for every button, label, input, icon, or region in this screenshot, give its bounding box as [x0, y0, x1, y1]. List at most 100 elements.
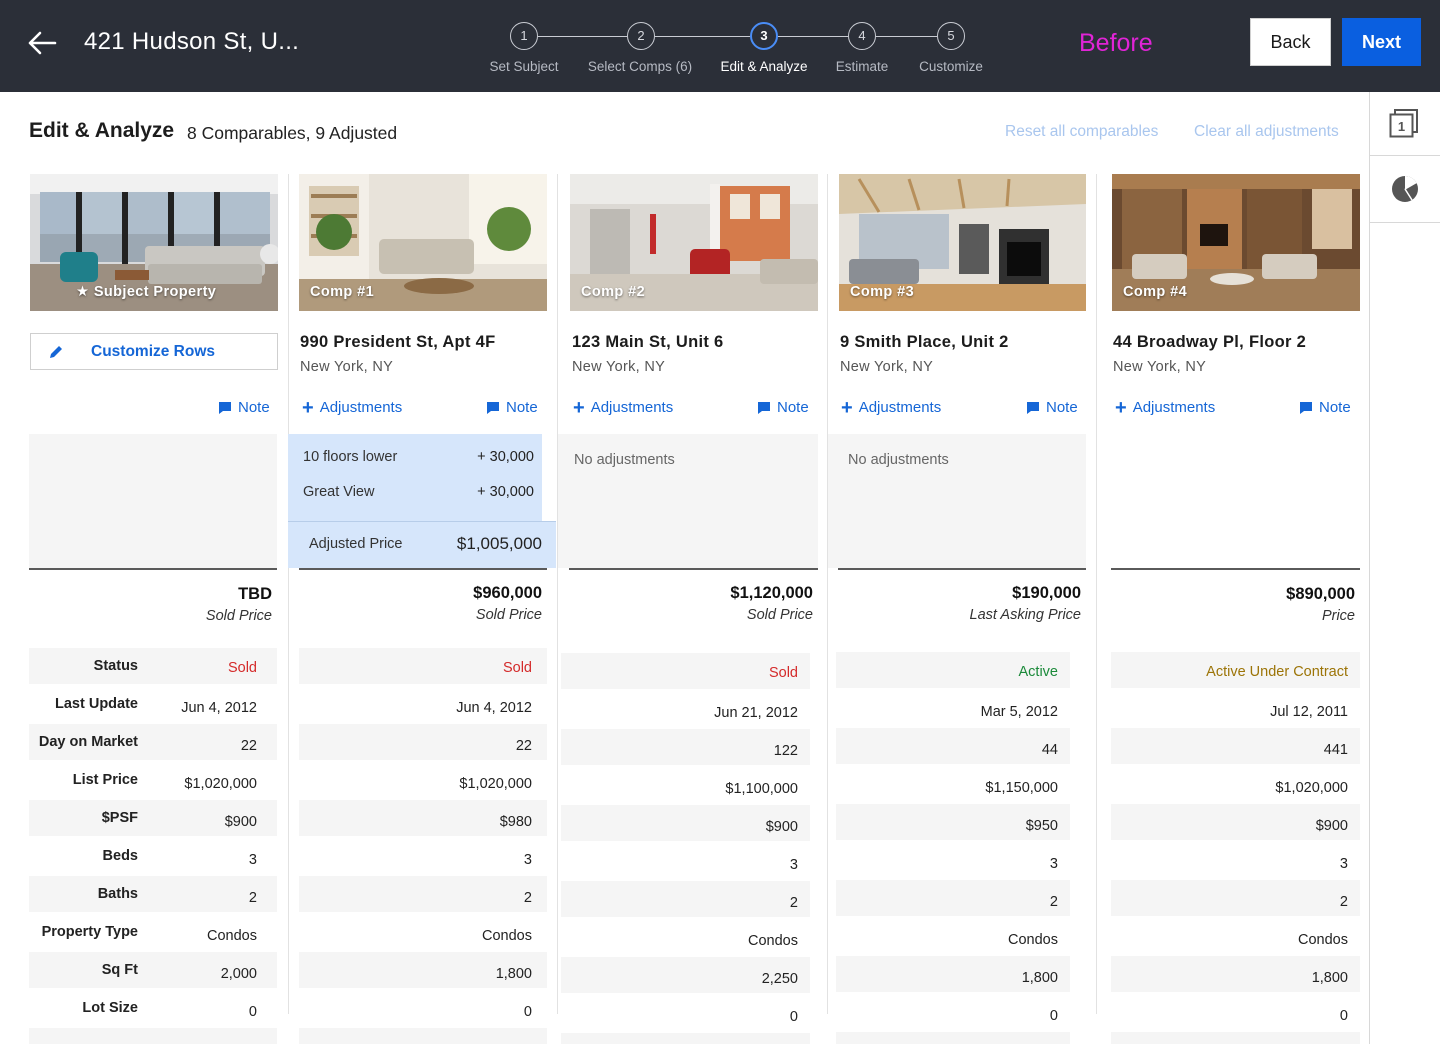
note-label: Note	[777, 399, 809, 416]
subject-cell: Jun 4, 2012	[181, 700, 257, 716]
comp-1-price: $960,000	[473, 584, 542, 602]
comp-1-note-link[interactable]: Note	[486, 399, 538, 416]
note-label: Note	[1319, 399, 1351, 416]
comp-1-cell: $980	[499, 814, 532, 830]
no-adjustments-text: No adjustments	[574, 452, 675, 468]
top-bar: 421 Hudson St, U... 1 Set Subject 2 Sele…	[0, 0, 1440, 92]
note-label: Note	[506, 399, 538, 416]
comp-1-photo-label: Comp #1	[310, 284, 375, 300]
comp-3-adjustments-link[interactable]: + Adjustments	[841, 398, 942, 418]
adjustments-label: Adjustments	[590, 399, 674, 416]
comp-3-cell: 44	[1041, 742, 1058, 758]
note-label: Note	[238, 399, 270, 416]
customize-rows-label: Customize Rows	[91, 343, 216, 360]
comp-4-adjustments-link[interactable]: + Adjustments	[1115, 397, 1216, 420]
comp-3-price: $190,000	[1012, 584, 1081, 602]
note-icon	[219, 402, 231, 415]
note-label: Note	[1046, 399, 1078, 416]
note-icon	[487, 402, 499, 415]
divider	[1111, 568, 1360, 570]
comp-2-note-link[interactable]: Note	[757, 399, 809, 416]
comp-1-cell: 1,800	[495, 966, 532, 982]
subject-price: TBD	[238, 585, 272, 603]
comp-3-cell: $1,150,000	[985, 780, 1058, 796]
comp-2-cell: 122	[773, 743, 798, 759]
comp-3-address[interactable]: 9 Smith Place, Unit 2	[840, 333, 1009, 352]
step-number: 4	[848, 22, 876, 50]
column-divider	[1096, 174, 1097, 1014]
comp-4-cell: Active Under Contract	[1206, 664, 1348, 680]
adjustments-label: Adjustments	[319, 399, 403, 416]
comp-3-photo-label: Comp #3	[850, 284, 915, 300]
row-stripe	[1111, 1032, 1360, 1044]
divider	[838, 568, 1086, 570]
pie-chart-rail-button[interactable]	[1370, 156, 1440, 223]
plus-icon: +	[573, 397, 585, 420]
step-number: 1	[510, 22, 538, 50]
stepper: 1 Set Subject 2 Select Comps (6) 3 Edit …	[0, 0, 1440, 92]
column-divider	[557, 174, 558, 1014]
comp-3-note-link[interactable]: Note	[1026, 399, 1078, 416]
subject-cell: 2,000	[220, 966, 257, 982]
comp-1-cell: 3	[523, 852, 532, 868]
subject-adjustments-area	[29, 434, 277, 568]
comp-4-photo-label: Comp #4	[1123, 284, 1188, 300]
comp-3-city: New York, NY	[840, 359, 934, 375]
comp-2-photo[interactable]: Comp #2	[570, 174, 818, 311]
comp-2-cell: 0	[789, 1009, 798, 1025]
comp-2-adjustments-link[interactable]: + Adjustments	[573, 397, 674, 420]
subject-cell: 3	[248, 852, 257, 868]
note-icon	[1300, 402, 1312, 415]
comp-4-photo[interactable]: Comp #4	[1112, 174, 1360, 311]
comp-4-cell: $1,020,000	[1275, 780, 1348, 796]
right-rail: 1	[1369, 92, 1440, 1044]
comp-4-cell: 1,800	[1311, 970, 1348, 986]
comp-4-cell: 2	[1339, 894, 1348, 910]
adjustment-label: Great View	[303, 484, 375, 500]
comp-1-adjustments-link[interactable]: + Adjustments	[302, 398, 403, 418]
comp-2-cell: 2	[789, 895, 798, 911]
report-icon: 1	[1389, 109, 1418, 138]
step-label: Customize	[919, 59, 983, 74]
step-label: Estimate	[835, 59, 889, 74]
subject-price-sub: Sold Price	[205, 608, 272, 624]
comp-3-cell: 0	[1049, 1008, 1058, 1024]
comp-4-note-link[interactable]: Note	[1299, 399, 1351, 416]
subject-note-link[interactable]: Note	[218, 399, 270, 416]
comp-3-cell: Condos	[1008, 932, 1058, 948]
comp-1-price-sub: Sold Price	[475, 607, 542, 623]
comp-3-photo[interactable]: Comp #3	[839, 174, 1086, 311]
comp-1-adjustments-list	[288, 434, 542, 522]
comp-1-address[interactable]: 990 President St, Apt 4F	[300, 333, 495, 352]
comp-4-cell: $900	[1315, 818, 1348, 834]
adjustment-value: + 30,000	[477, 449, 534, 465]
comp-2-address[interactable]: 123 Main St, Unit 6	[572, 333, 724, 352]
subject-photo[interactable]: ★ Subject Property	[30, 174, 278, 311]
row-stripe	[836, 1032, 1070, 1044]
reset-comparables-link[interactable]: Reset all comparables	[1005, 123, 1158, 141]
adjustments-label: Adjustments	[1132, 399, 1216, 416]
comp-3-cell: 1,800	[1021, 970, 1058, 986]
note-icon	[1027, 402, 1039, 415]
divider	[299, 568, 547, 570]
adjustment-label: 10 floors lower	[303, 449, 398, 465]
comp-2-cell: Condos	[748, 933, 798, 949]
report-rail-button[interactable]: 1	[1370, 92, 1440, 156]
adjustments-label: Adjustments	[858, 399, 942, 416]
comp-1-cell: $1,020,000	[459, 776, 532, 792]
comp-4-price-sub: Price	[1321, 608, 1355, 624]
next-button[interactable]: Next	[1342, 18, 1421, 66]
comp-4-cell: Condos	[1298, 932, 1348, 948]
plus-icon: +	[1115, 397, 1127, 420]
pie-chart-icon	[1392, 175, 1418, 202]
comp-4-address[interactable]: 44 Broadway Pl, Floor 2	[1113, 333, 1306, 352]
comp-1-photo[interactable]: Comp #1	[299, 174, 547, 311]
comp-2-cell: $900	[765, 819, 798, 835]
comp-1-cell: 22	[515, 738, 532, 754]
back-button[interactable]: Back	[1250, 18, 1331, 66]
pencil-icon	[50, 346, 62, 358]
clear-adjustments-link[interactable]: Clear all adjustments	[1194, 123, 1339, 141]
comp-2-price-sub: Sold Price	[746, 607, 813, 623]
comp-2-cell: 2,250	[761, 971, 798, 987]
customize-rows-button[interactable]: Customize Rows	[30, 333, 278, 370]
